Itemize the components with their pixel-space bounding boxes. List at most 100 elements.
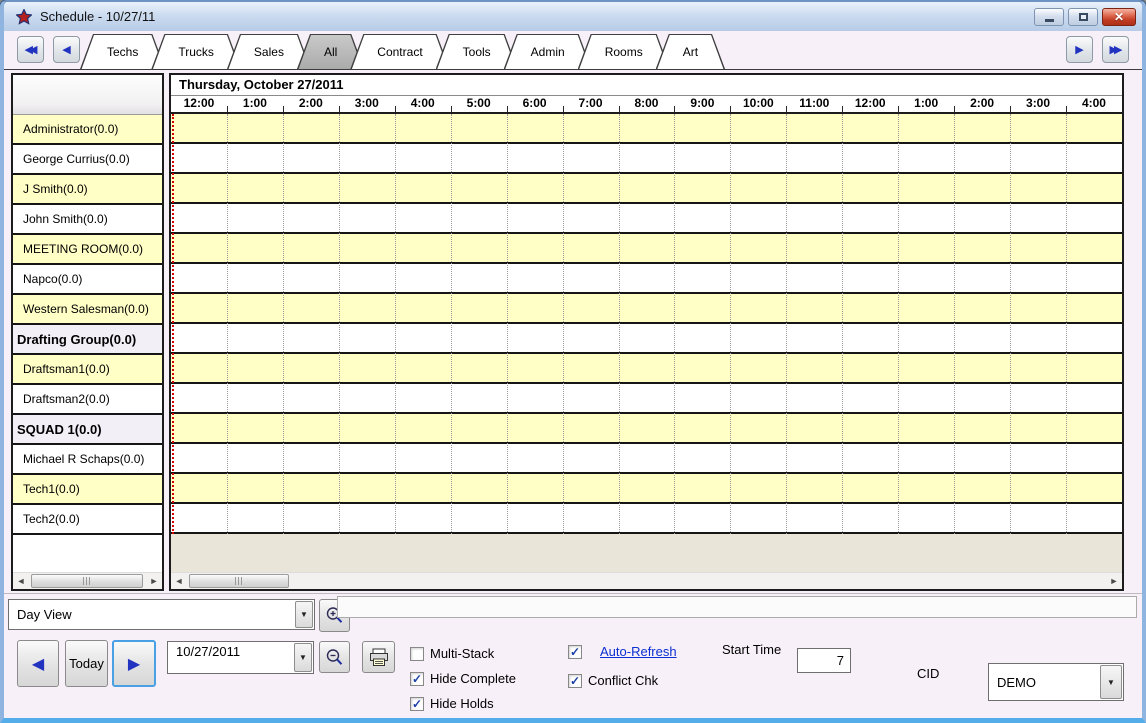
next-day-button[interactable]: ▶ <box>112 640 156 687</box>
multi-stack-checkbox[interactable]: ✓ Multi-Stack <box>410 646 494 661</box>
scroll-right-icon[interactable]: ► <box>1106 573 1122 589</box>
start-time-input[interactable] <box>797 648 851 673</box>
scrollbar-thumb[interactable] <box>31 574 143 588</box>
resource-label: Draftsman2(0.0) <box>23 392 110 406</box>
time-label: 11:00 <box>786 96 842 112</box>
close-icon: ✕ <box>1114 10 1124 24</box>
resource-list: Administrator(0.0)George Currius(0.0) J S… <box>13 115 162 535</box>
right-arrow-icon: ▶ <box>128 654 140 674</box>
schedule-row[interactable] <box>171 324 1122 354</box>
zoom-out-button[interactable] <box>319 641 350 673</box>
minimize-button[interactable] <box>1034 8 1064 26</box>
tabs-scroll-first-button[interactable]: ◀◀ <box>17 36 44 63</box>
resource-row[interactable]: Draftsman2(0.0) <box>13 385 162 415</box>
zoom-out-icon <box>325 648 344 667</box>
chevron-down-icon[interactable]: ▼ <box>294 643 312 672</box>
previous-day-button[interactable]: ◀ <box>17 640 59 687</box>
resource-group-row[interactable]: SQUAD 1(0.0) <box>13 415 162 445</box>
resource-label: J Smith(0.0) <box>23 182 88 196</box>
hour-gridline <box>395 114 396 534</box>
schedule-row[interactable] <box>171 444 1122 474</box>
checkbox-icon[interactable]: ✓ <box>568 674 582 688</box>
resource-row[interactable]: Administrator(0.0) <box>13 115 162 145</box>
chevron-down-icon[interactable]: ▼ <box>1100 665 1122 699</box>
hour-gridline <box>563 114 564 534</box>
resource-label: Western Salesman(0.0) <box>23 302 149 316</box>
resource-horizontal-scrollbar[interactable]: ◄ ► <box>13 572 162 589</box>
time-label: 12:00 <box>842 96 898 112</box>
maximize-button[interactable] <box>1068 8 1098 26</box>
view-mode-select[interactable]: Day View ▼ <box>8 599 315 630</box>
resource-row[interactable]: Western Salesman(0.0) <box>13 295 162 325</box>
resource-row[interactable]: J Smith(0.0) <box>13 175 162 205</box>
cid-label: CID <box>917 666 939 681</box>
checkbox-icon[interactable]: ✓ <box>410 697 424 711</box>
tabs-scroll-left-button[interactable]: ◀ <box>53 36 80 63</box>
schedule-grid-body <box>171 114 1122 534</box>
grid-horizontal-scrollbar[interactable]: ◄ ► <box>171 572 1122 589</box>
cid-select[interactable]: DEMO ▼ <box>988 663 1124 701</box>
tab-art[interactable]: Art <box>656 34 725 69</box>
date-header: Thursday, October 27/2011 <box>171 75 1122 96</box>
time-label: 1:00 <box>898 96 954 112</box>
schedule-row[interactable] <box>171 474 1122 504</box>
resource-row[interactable]: Tech1(0.0) <box>13 475 162 505</box>
resource-row[interactable]: John Smith(0.0) <box>13 205 162 235</box>
close-button[interactable]: ✕ <box>1102 8 1136 26</box>
tab-label: Techs <box>107 45 138 59</box>
resource-row[interactable]: Draftsman1(0.0) <box>13 355 162 385</box>
cid-value: DEMO <box>989 675 1099 690</box>
resource-row[interactable]: Napco(0.0) <box>13 265 162 295</box>
resource-row[interactable]: Tech2(0.0) <box>13 505 162 535</box>
tabs-strip: TechsTrucksSalesAllContractToolsAdminRoo… <box>87 33 718 69</box>
scroll-left-icon[interactable]: ◄ <box>13 573 29 589</box>
right-arrow-icon: ▶ <box>1075 43 1083 56</box>
scrollbar-track[interactable] <box>29 573 146 589</box>
time-label: 5:00 <box>451 96 507 112</box>
schedule-row[interactable] <box>171 264 1122 294</box>
resource-row[interactable]: MEETING ROOM(0.0) <box>13 235 162 265</box>
schedule-row[interactable] <box>171 144 1122 174</box>
checkbox-icon[interactable]: ✓ <box>568 645 582 659</box>
schedule-row[interactable] <box>171 354 1122 384</box>
resource-row[interactable]: George Currius(0.0) <box>13 145 162 175</box>
auto-refresh-link[interactable]: Auto-Refresh <box>600 644 677 659</box>
app-window: Schedule - 10/27/11 ✕ ◀◀ ◀ TechsTrucksSa… <box>0 0 1146 723</box>
date-picker[interactable]: 10/27/2011 ▼ <box>167 641 314 674</box>
today-button[interactable]: Today <box>65 640 108 687</box>
resource-group-row[interactable]: Drafting Group(0.0) <box>13 325 162 355</box>
schedule-row[interactable] <box>171 204 1122 234</box>
chevron-down-icon[interactable]: ▼ <box>295 601 313 628</box>
schedule-row[interactable] <box>171 294 1122 324</box>
print-button[interactable] <box>362 641 395 673</box>
hour-gridline <box>954 114 955 534</box>
schedule-row[interactable] <box>171 414 1122 444</box>
schedule-row[interactable] <box>171 174 1122 204</box>
resource-row[interactable]: Michael R Schaps(0.0) <box>13 445 162 475</box>
schedule-row[interactable] <box>171 234 1122 264</box>
hide-complete-checkbox[interactable]: ✓ Hide Complete <box>410 671 516 686</box>
scroll-left-icon[interactable]: ◄ <box>171 573 187 589</box>
tabs-scroll-right-button[interactable]: ▶ <box>1066 36 1093 63</box>
schedule-row[interactable] <box>171 504 1122 534</box>
tabs-scroll-last-button[interactable]: ▶▶ <box>1102 36 1129 63</box>
hour-gridline <box>507 114 508 534</box>
checkbox-icon[interactable]: ✓ <box>410 647 424 661</box>
conflict-chk-checkbox[interactable]: ✓ Conflict Chk <box>568 673 658 688</box>
checkbox-icon[interactable]: ✓ <box>410 672 424 686</box>
time-label: 7:00 <box>563 96 619 112</box>
hide-holds-checkbox[interactable]: ✓ Hide Holds <box>410 696 494 711</box>
scroll-right-icon[interactable]: ► <box>146 573 162 589</box>
auto-refresh-checkbox[interactable]: ✓ Auto-Refresh <box>568 644 677 659</box>
resource-label: John Smith(0.0) <box>23 212 108 226</box>
multi-stack-label: Multi-Stack <box>430 646 494 661</box>
tab-label: Contract <box>377 45 422 59</box>
schedule-row[interactable] <box>171 384 1122 414</box>
scrollbar-track[interactable] <box>187 573 1106 589</box>
schedule-area: Administrator(0.0)George Currius(0.0) J S… <box>4 69 1142 593</box>
hour-gridline <box>842 114 843 534</box>
schedule-row[interactable] <box>171 114 1122 144</box>
scrollbar-thumb[interactable] <box>189 574 289 588</box>
resource-panel-header <box>13 75 162 115</box>
time-label: 9:00 <box>674 96 730 112</box>
